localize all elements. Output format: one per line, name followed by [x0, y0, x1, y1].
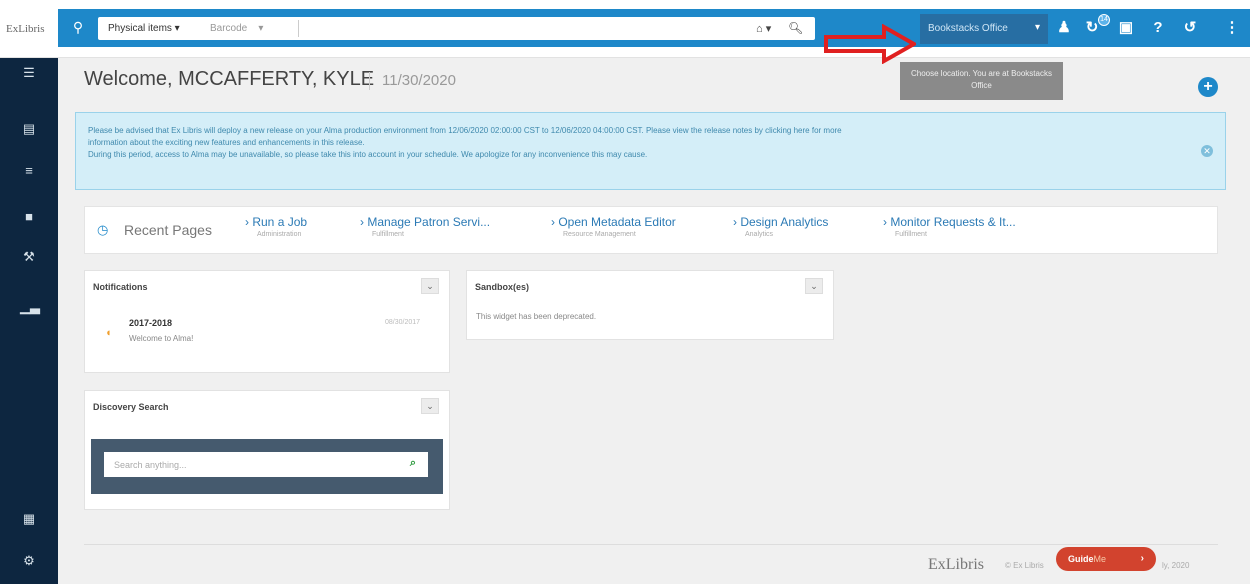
gear-icon[interactable]: ⚙ — [20, 552, 38, 570]
chevron-down-icon[interactable]: ⌄ — [805, 278, 823, 294]
location-selector[interactable]: Bookstacks Office ▾ — [920, 14, 1048, 44]
recent-link-sub: Analytics — [745, 231, 774, 238]
release-alert: Please be advised that Ex Libris will de… — [75, 112, 1226, 190]
search-field-label: Barcode — [210, 23, 248, 34]
fulfillment-icon[interactable]: ≡ — [20, 162, 38, 180]
recent-link-metadata-editor[interactable]: › Open Metadata Editor Resource Managemen… — [551, 215, 676, 238]
recent-link-run-a-job[interactable]: › Run a Job Administration — [245, 215, 307, 238]
search-scope-dropdown[interactable]: Physical items ▾ — [108, 23, 180, 34]
guide-me-label: Me — [1093, 554, 1107, 564]
guide-label: Guide — [1068, 554, 1094, 564]
exlibris-logo: ExLibris — [6, 23, 45, 35]
recent-link-sub: Fulfillment — [895, 231, 927, 238]
footer-divider — [84, 544, 1218, 545]
recent-link-design-analytics[interactable]: › Design Analytics Analytics — [733, 215, 828, 238]
recent-link-label: Monitor Requests & It... — [890, 215, 1016, 229]
search-divider — [298, 20, 299, 37]
user-icon[interactable]: ♟ — [1054, 18, 1074, 38]
footer-copyright: © Ex Libris — [1005, 561, 1044, 570]
widget-title: Notifications — [93, 282, 148, 292]
alert-line-1: Please be advised that Ex Libris will de… — [88, 126, 842, 135]
title-divider — [369, 72, 370, 90]
notification-badge: 14 — [1098, 14, 1110, 26]
discovery-search-input[interactable]: Search anything... ⌕ — [104, 452, 428, 477]
recent-link-sub: Resource Management — [563, 231, 636, 238]
main-menu-icon[interactable]: ⚲ — [68, 19, 88, 39]
recent-link-label: Manage Patron Servi... — [367, 215, 491, 229]
chevron-down-icon[interactable]: ⌄ — [421, 278, 439, 294]
recent-link-monitor-requests[interactable]: › Monitor Requests & It... Fulfillment — [883, 215, 1016, 238]
wrench-icon[interactable]: ⚒ — [20, 248, 38, 266]
widget-title: Sandbox(es) — [475, 282, 530, 292]
discovery-search-widget: Discovery Search ⌄ Search anything... ⌕ — [84, 390, 450, 510]
red-arrow-annotation — [824, 24, 916, 64]
close-icon[interactable]: ✕ — [1201, 145, 1213, 157]
analytics-icon[interactable]: ▁▃ — [20, 298, 40, 316]
more-options-icon[interactable]: ⋮ — [1222, 18, 1242, 38]
sandbox-message: This widget has been deprecated. — [476, 312, 597, 321]
search-field-caret: ▾ — [258, 23, 264, 34]
location-tooltip: Choose location. You are at Bookstacks O… — [900, 62, 1063, 100]
left-sidebar: ☰ ▤ ≡ ■ ⚒ ▁▃ ▦ ⚙ — [0, 58, 58, 584]
widget-title: Discovery Search — [93, 402, 169, 412]
help-icon[interactable]: ? — [1148, 18, 1168, 38]
footer-copyright-end: ly, 2020 — [1162, 561, 1190, 570]
collapse-icon[interactable]: ▦ — [20, 510, 38, 528]
alert-line-2: information about the exciting new featu… — [88, 138, 365, 147]
search-icon[interactable]: ⌕ — [410, 457, 416, 470]
discovery-placeholder: Search anything... — [114, 460, 187, 470]
bell-icon: ◖ — [105, 327, 112, 339]
clipboard-icon[interactable]: ▣ — [1116, 18, 1136, 38]
alert-line-3: During this period, access to Alma may b… — [88, 150, 648, 159]
history-icon[interactable]: ↺ — [1180, 18, 1200, 38]
persistent-search-bar[interactable]: Physical items ▾ Barcode ▾ ⌂ ▾ 🔍︎ — [98, 17, 815, 40]
discovery-search-box: Search anything... ⌕ — [91, 439, 443, 494]
acquisitions-icon[interactable]: ☰ — [20, 64, 38, 82]
recent-link-label: Open Metadata Editor — [558, 215, 676, 229]
resources-icon[interactable]: ▤ — [20, 120, 38, 138]
add-widget-icon[interactable]: + — [1198, 77, 1218, 97]
notifications-widget: Notifications ⌄ ◖ 2017-2018 Welcome to A… — [84, 270, 450, 373]
history-icon: ◷ — [97, 222, 109, 237]
current-date: 11/30/2020 — [382, 72, 456, 89]
notification-date: 08/30/2017 — [385, 319, 421, 326]
notification-text: Welcome to Alma! — [129, 334, 194, 343]
recent-link-label: Run a Job — [252, 215, 308, 229]
chevron-right-icon: › — [1140, 553, 1144, 564]
recent-link-manage-patron[interactable]: › Manage Patron Servi... Fulfillment — [360, 215, 490, 238]
chevron-down-icon: ▾ — [1034, 22, 1040, 33]
recent-pages-bar: ◷ Recent Pages › Run a Job Administration… — [84, 206, 1218, 254]
sandbox-widget: Sandbox(es) ⌄ This widget has been depre… — [466, 270, 834, 340]
recent-link-sub: Administration — [257, 231, 302, 238]
location-label: Bookstacks Office — [928, 23, 1008, 34]
page-title: Welcome, MCCAFFERTY, KYLE — [84, 68, 375, 90]
notification-title[interactable]: 2017-2018 — [129, 318, 172, 328]
search-icon[interactable]: 🔍︎ — [788, 21, 803, 35]
recent-link-label: Design Analytics — [740, 215, 829, 229]
home-icon[interactable]: ⌂ ▾ — [756, 22, 771, 35]
search-field-dropdown[interactable]: Barcode ▾ — [210, 23, 263, 34]
recent-link-sub: Fulfillment — [372, 231, 404, 238]
footer-logo: ExLibris — [928, 556, 984, 573]
admin-icon[interactable]: ■ — [20, 208, 38, 226]
guideme-button[interactable]: GuideMe › — [1056, 547, 1156, 571]
recent-pages-title: Recent Pages — [124, 222, 212, 238]
top-bar: ExLibris ⚲ Physical items ▾ Barcode ▾ ⌂ … — [0, 0, 1250, 58]
chevron-down-icon[interactable]: ⌄ — [421, 398, 439, 414]
